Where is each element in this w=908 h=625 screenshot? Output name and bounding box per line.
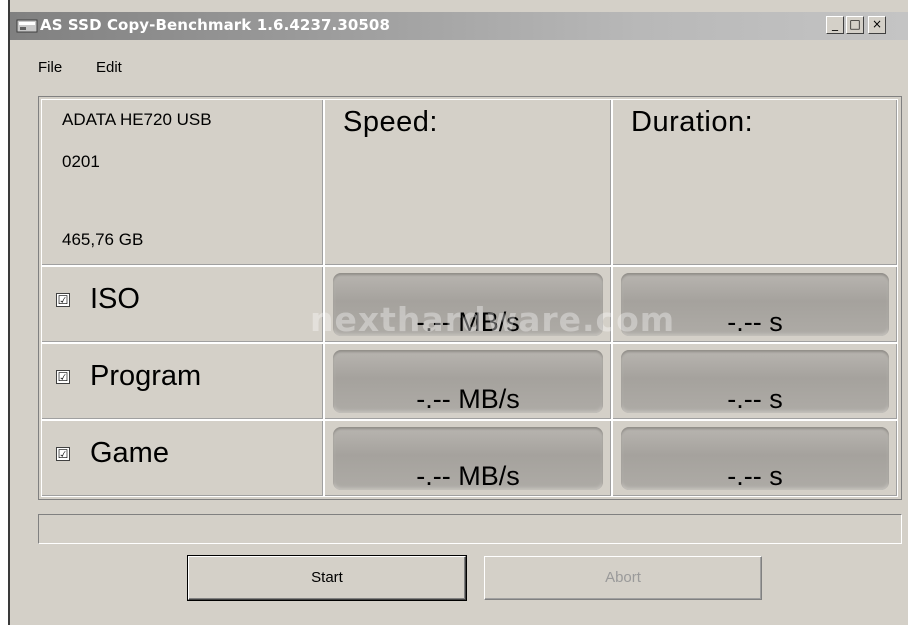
program-speed-value: -.-- MB/s <box>416 384 520 414</box>
window-title: AS SSD Copy-Benchmark 1.6.4237.30508 <box>40 16 390 34</box>
benchmark-grid: ADATA HE720 USB 0201 465,76 GB Speed: Du… <box>38 96 902 500</box>
game-speed-value: -.-- MB/s <box>416 461 520 491</box>
game-speed-cell: -.-- MB/s <box>324 420 612 497</box>
game-duration-cell: -.-- s <box>612 420 898 497</box>
row-iso: ☑ ISO <box>41 266 324 343</box>
drive-firmware: 0201 <box>62 152 100 171</box>
drive-name: ADATA HE720 USB <box>62 110 212 129</box>
menu-edit[interactable]: Edit <box>96 59 122 76</box>
title-bar[interactable]: AS SSD Copy-Benchmark 1.6.4237.30508 _ □… <box>10 12 908 40</box>
duration-header-cell: Duration: <box>612 99 898 266</box>
row-program: ☑ Program <box>41 343 324 420</box>
game-speed-display: -.-- MB/s <box>333 427 603 491</box>
program-duration-cell: -.-- s <box>612 343 898 420</box>
game-duration-value: -.-- s <box>727 461 783 491</box>
maximize-button[interactable]: □ <box>846 16 864 34</box>
watermark: nexthardware.com <box>310 300 676 339</box>
iso-checkbox[interactable]: ☑ <box>56 293 70 307</box>
program-label: Program <box>90 360 202 392</box>
minimize-button[interactable]: _ <box>826 16 844 34</box>
speed-header: Speed: <box>343 106 438 138</box>
speed-header-cell: Speed: <box>324 99 612 266</box>
close-button[interactable]: × <box>868 16 886 34</box>
program-duration-display: -.-- s <box>621 350 889 414</box>
game-label: Game <box>90 437 169 469</box>
row-game: ☑ Game <box>41 420 324 497</box>
menu-file[interactable]: File <box>38 59 62 76</box>
drive-capacity: 465,76 GB <box>62 230 144 249</box>
progress-bar <box>38 514 902 544</box>
program-speed-display: -.-- MB/s <box>333 350 603 414</box>
program-speed-cell: -.-- MB/s <box>324 343 612 420</box>
app-icon <box>16 19 38 33</box>
program-checkbox[interactable]: ☑ <box>56 370 70 384</box>
duration-header: Duration: <box>631 106 754 138</box>
iso-label: ISO <box>90 283 140 315</box>
drive-info-cell: ADATA HE720 USB 0201 465,76 GB <box>41 99 324 266</box>
start-button[interactable]: Start <box>188 556 466 600</box>
abort-button: Abort <box>484 556 762 600</box>
program-duration-value: -.-- s <box>727 384 783 414</box>
game-checkbox[interactable]: ☑ <box>56 447 70 461</box>
game-duration-display: -.-- s <box>621 427 889 491</box>
app-window: AS SSD Copy-Benchmark 1.6.4237.30508 _ □… <box>8 0 908 625</box>
